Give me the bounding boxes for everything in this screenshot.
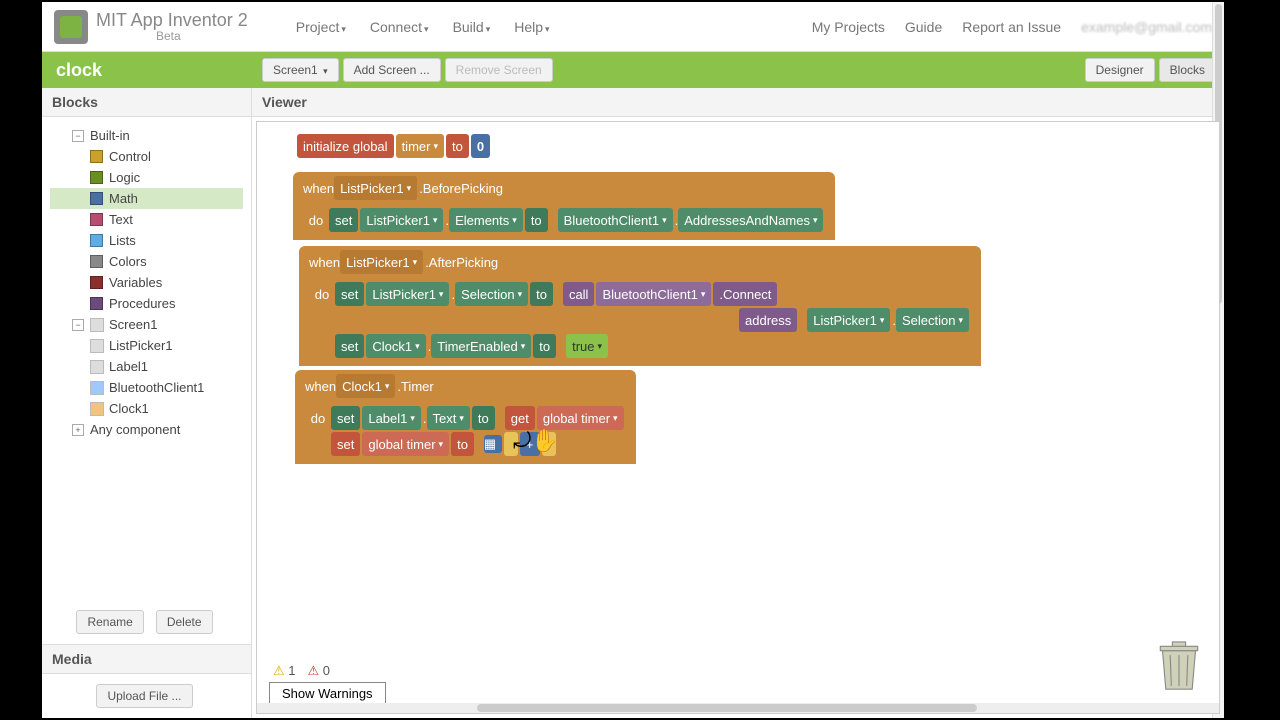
collapse-icon[interactable]: −: [72, 130, 84, 142]
status-bar: ⚠ 1 ⚠ 0: [273, 663, 330, 679]
viewer-panel: Viewer initialize global timer to 0 when: [252, 88, 1224, 718]
link-report-issue[interactable]: Report an Issue: [962, 19, 1061, 35]
top-bar: MIT App Inventor 2 Beta Project▾ Connect…: [42, 2, 1224, 52]
screen-dropdown[interactable]: Screen1 ▾: [262, 58, 339, 82]
blocks-panel-header: Blocks: [42, 88, 251, 117]
tree-text[interactable]: Text: [50, 209, 243, 230]
tree-math[interactable]: Math: [50, 188, 243, 209]
horizontal-scrollbar[interactable]: [257, 703, 1219, 713]
trash-icon[interactable]: [1157, 637, 1201, 693]
toolbar: clock Screen1 ▾ Add Screen ... Remove Sc…: [42, 52, 1224, 88]
tree-logic[interactable]: Logic: [50, 167, 243, 188]
user-email[interactable]: example@gmail.com: [1081, 19, 1212, 35]
rename-button[interactable]: Rename: [76, 610, 143, 634]
blocks-tree: −Built-in Control Logic Math Text Lists …: [42, 117, 251, 600]
block-init-global[interactable]: initialize global timer to 0: [297, 134, 492, 158]
tree-control[interactable]: Control: [50, 146, 243, 167]
tree-procedures[interactable]: Procedures: [50, 293, 243, 314]
tree-variables[interactable]: Variables: [50, 272, 243, 293]
menu-project[interactable]: Project▾: [296, 19, 346, 35]
app-logo-icon: [54, 10, 88, 44]
tree-builtin[interactable]: −Built-in: [50, 125, 243, 146]
tree-label1[interactable]: Label1: [50, 356, 243, 377]
upload-file-button[interactable]: Upload File ...: [96, 684, 192, 708]
delete-button[interactable]: Delete: [156, 610, 213, 634]
tree-listpicker1[interactable]: ListPicker1: [50, 335, 243, 356]
media-panel-header: Media: [42, 644, 251, 674]
menu-connect[interactable]: Connect▾: [370, 19, 429, 35]
blocks-workspace[interactable]: initialize global timer to 0 when ListPi…: [256, 121, 1220, 714]
project-name: clock: [56, 60, 102, 81]
remove-screen-button[interactable]: Remove Screen: [445, 58, 553, 82]
error-icon: ⚠: [308, 663, 320, 678]
tree-any-component[interactable]: +Any component: [50, 419, 243, 440]
designer-button[interactable]: Designer: [1085, 58, 1155, 82]
tree-clock1[interactable]: Clock1: [50, 398, 243, 419]
blocks-button[interactable]: Blocks: [1159, 58, 1216, 82]
blocks-panel: Blocks −Built-in Control Logic Math Text…: [42, 88, 252, 718]
mutator-icon[interactable]: ▦: [484, 435, 502, 453]
expand-icon[interactable]: +: [72, 424, 84, 436]
app-title: MIT App Inventor 2: [96, 10, 248, 31]
add-screen-button[interactable]: Add Screen ...: [343, 58, 441, 82]
show-warnings-button[interactable]: Show Warnings: [269, 682, 386, 705]
tree-screen1[interactable]: −Screen1: [50, 314, 243, 335]
viewer-panel-header: Viewer: [252, 88, 1224, 117]
tree-colors[interactable]: Colors: [50, 251, 243, 272]
collapse-icon[interactable]: −: [72, 319, 84, 331]
block-after-picking[interactable]: when ListPicker1 .AfterPicking do set Li…: [299, 246, 981, 366]
scrollbar-thumb[interactable]: [477, 704, 977, 712]
tree-bluetoothclient1[interactable]: BluetoothClient1: [50, 377, 243, 398]
warning-icon: ⚠: [273, 663, 285, 678]
menu-help[interactable]: Help▾: [514, 19, 549, 35]
link-my-projects[interactable]: My Projects: [812, 19, 885, 35]
tree-lists[interactable]: Lists: [50, 230, 243, 251]
link-guide[interactable]: Guide: [905, 19, 942, 35]
block-clock-timer[interactable]: when Clock1 .Timer do set Label1 . Text …: [295, 370, 636, 464]
app-subtitle: Beta: [156, 29, 248, 43]
menu-build[interactable]: Build▾: [453, 19, 491, 35]
block-before-picking[interactable]: when ListPicker1 .BeforePicking do set L…: [293, 172, 835, 240]
